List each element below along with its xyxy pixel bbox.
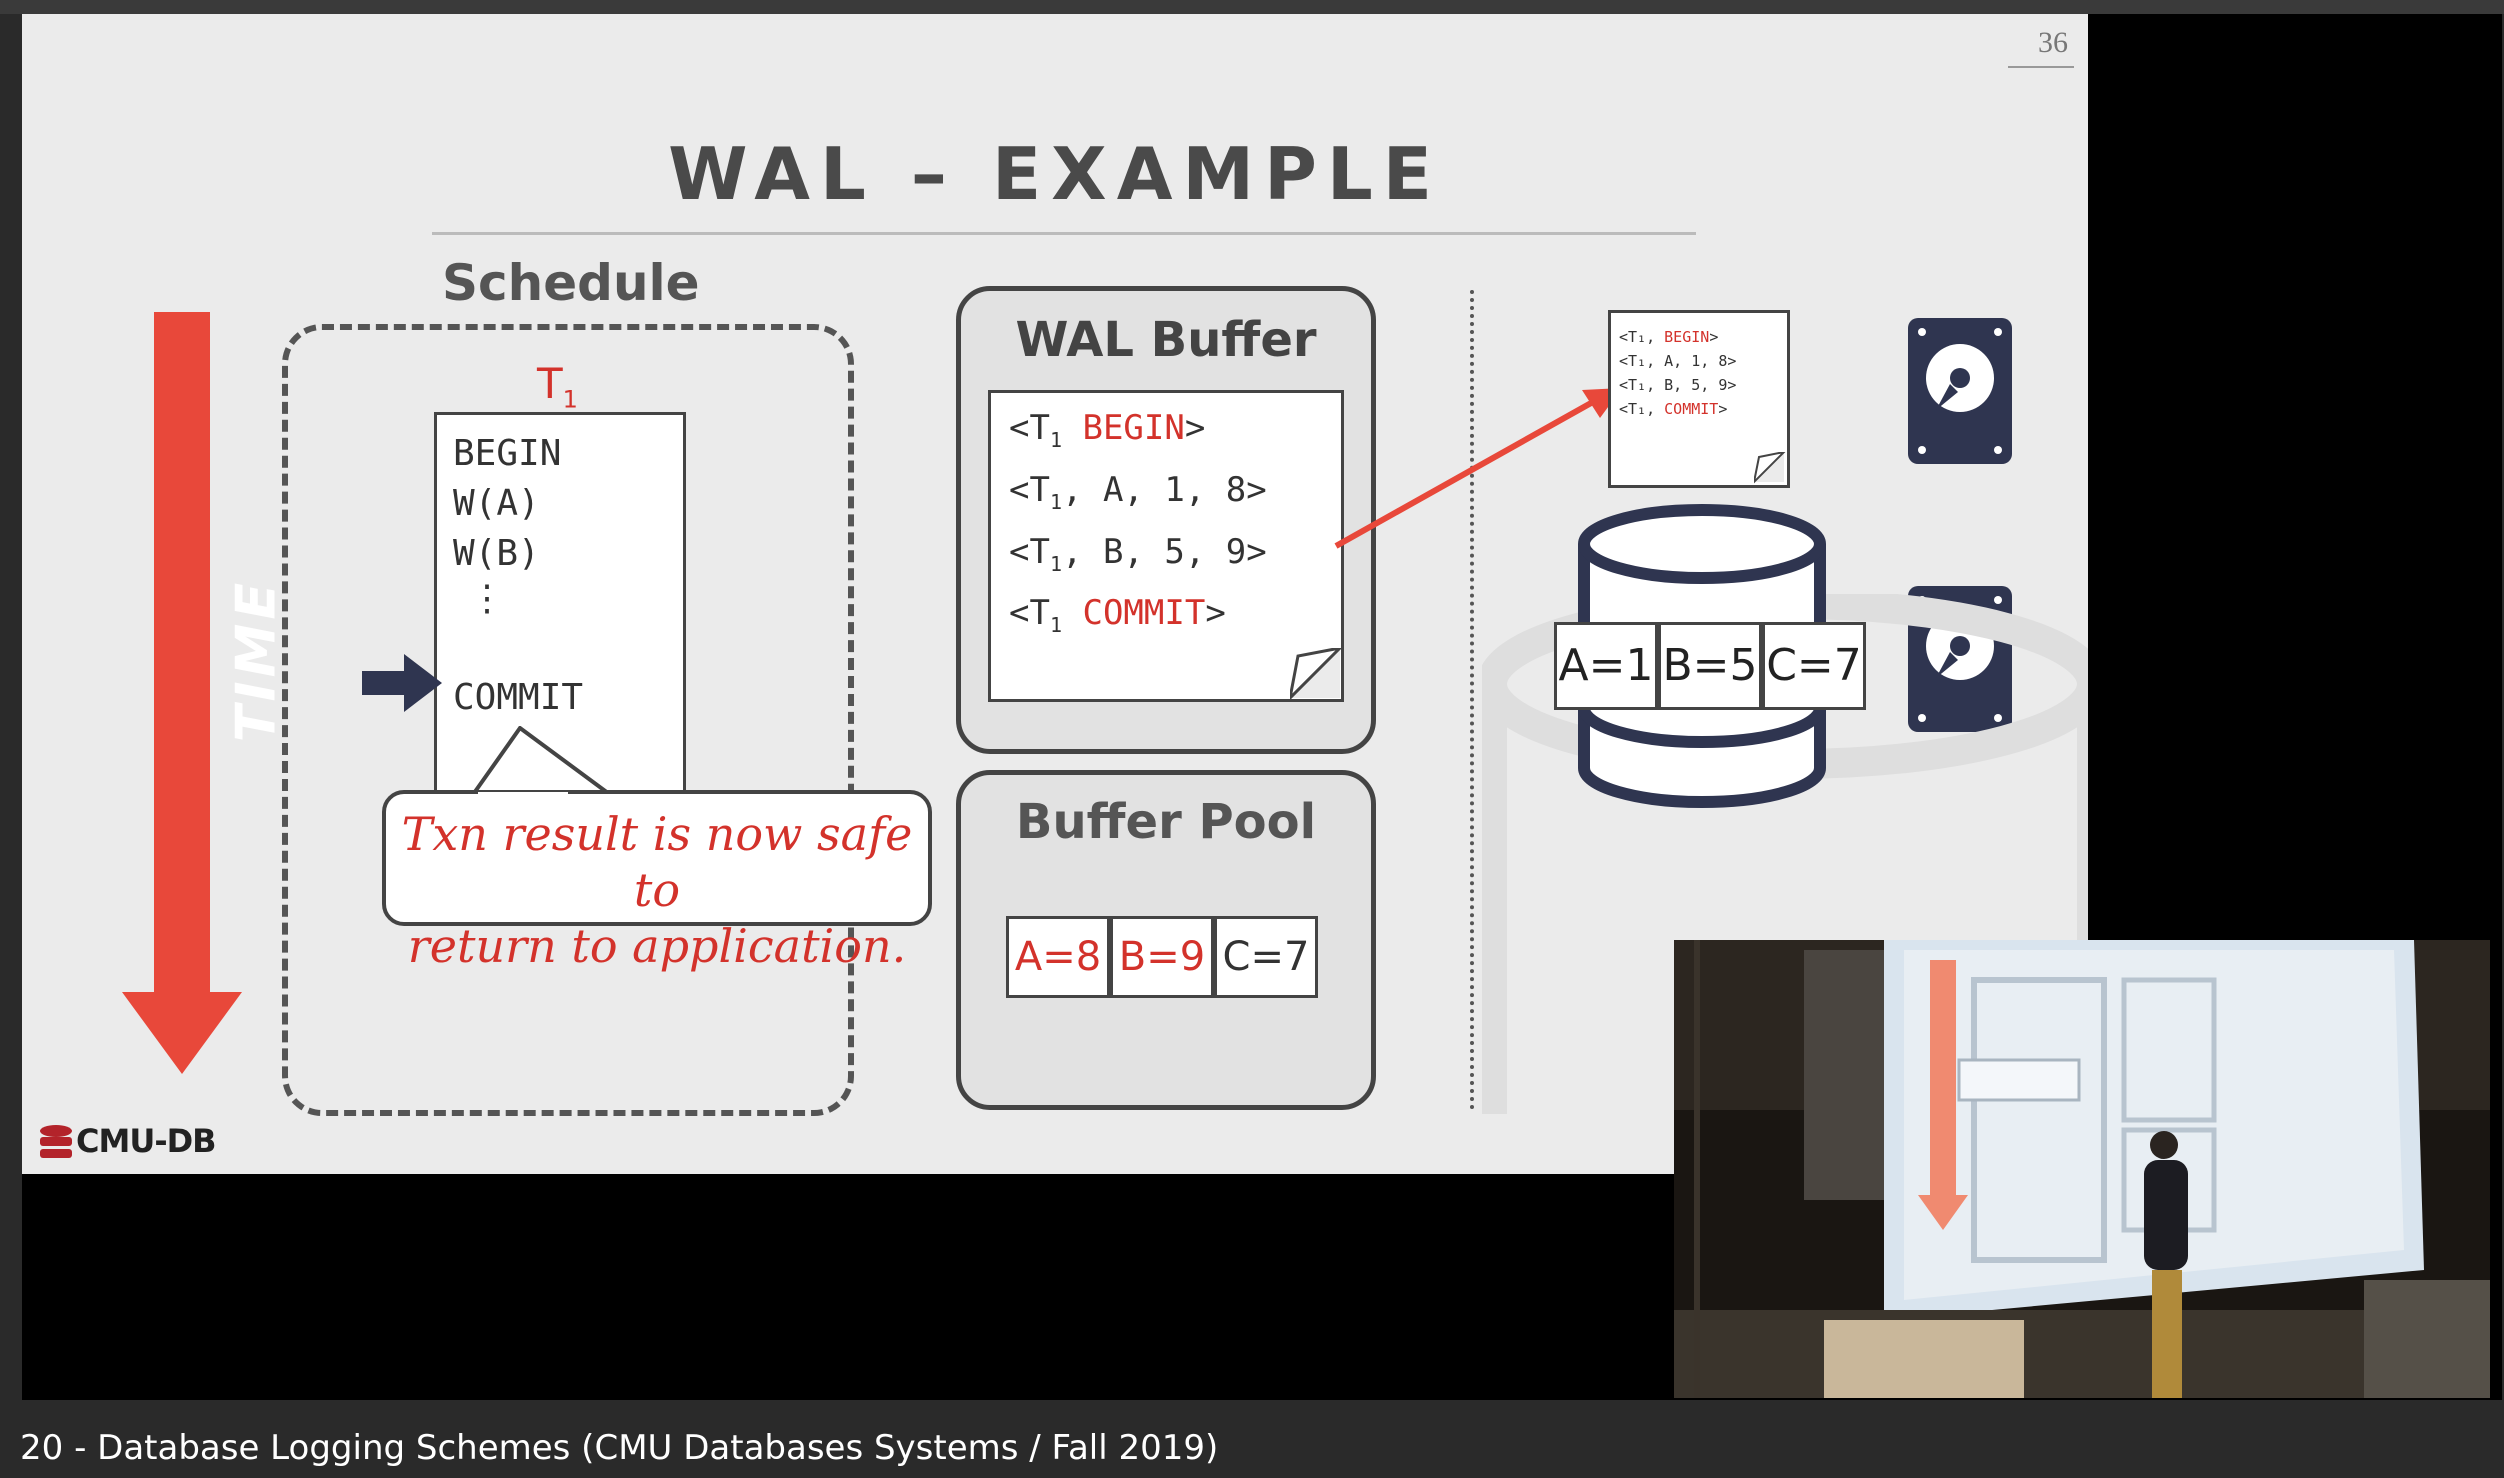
time-label: TIME <box>224 578 288 743</box>
buffer-cell-b: B=9 <box>1110 916 1214 998</box>
disk-db-cells: A=1 B=5 C=7 <box>1554 622 1866 710</box>
buffer-cell-c: C=7 <box>1214 916 1318 998</box>
log-entry: <T₁, BEGIN> <box>1619 328 1719 346</box>
op-commit: COMMIT <box>453 677 584 718</box>
top-bar <box>0 0 2504 14</box>
wal-entry: <T1 COMMIT> <box>1009 593 1226 638</box>
log-entry: <T₁, COMMIT> <box>1619 400 1728 418</box>
cmu-db-logo-icon <box>40 1125 72 1158</box>
op-ellipsis: ⋮ <box>469 578 505 619</box>
cmu-db-logo: CMU-DB <box>36 1122 217 1163</box>
lecture-video-inset <box>1674 940 2490 1398</box>
op-write-b: W(B) <box>453 533 540 574</box>
transaction-label: T1 <box>537 359 578 414</box>
schedule-label: Schedule <box>442 254 700 312</box>
op-write-a: W(A) <box>453 483 540 524</box>
log-entry: <T₁, B, 5, 9> <box>1619 376 1737 394</box>
slide-title: WAL – EXAMPLE <box>668 132 1442 216</box>
page-fold-icon <box>1290 648 1342 700</box>
page-number: 36 <box>2008 26 2074 68</box>
buffer-cell-a: A=8 <box>1006 916 1110 998</box>
hard-disk-icon <box>1908 318 2012 464</box>
page-fold-icon <box>1754 452 1786 484</box>
wal-buffer-label: WAL Buffer <box>1015 312 1317 368</box>
wal-entry: <T1, B, 5, 9> <box>1009 531 1267 576</box>
current-op-arrow-icon <box>362 654 442 712</box>
callout-bubble: Txn result is now safe to return to appl… <box>382 790 932 973</box>
disk-cell-a: A=1 <box>1554 622 1658 710</box>
callout-line-2: return to application. <box>407 919 907 973</box>
op-begin: BEGIN <box>453 433 562 474</box>
log-entry: <T₁, A, 1, 8> <box>1619 352 1737 370</box>
buffer-pool-label: Buffer Pool <box>1015 794 1317 850</box>
callout-pointer <box>472 726 619 798</box>
disk-cell-b: B=5 <box>1658 622 1762 710</box>
title-divider <box>432 232 1696 235</box>
buffer-pool-cells: A=8 B=9 C=7 <box>1006 916 1318 998</box>
wal-entry: <T1, A, 1, 8> <box>1009 469 1267 514</box>
disk-cell-c: C=7 <box>1762 622 1866 710</box>
wal-entry: <T1 BEGIN> <box>1009 408 1206 452</box>
video-title: 20 - Database Logging Schemes (CMU Datab… <box>20 1428 1219 1468</box>
callout-line-1: Txn result is now safe to <box>401 807 913 917</box>
